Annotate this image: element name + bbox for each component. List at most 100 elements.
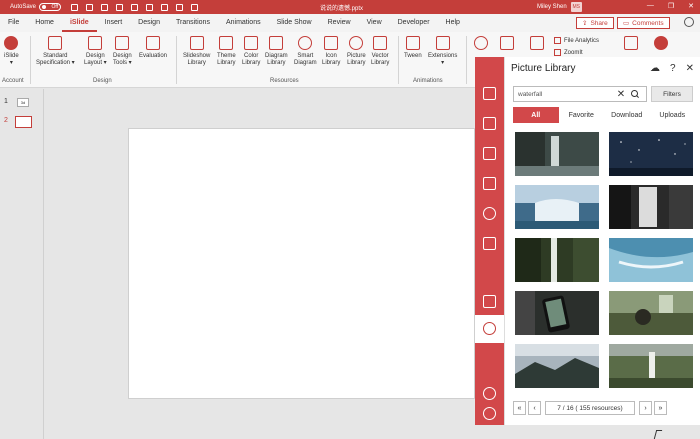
tab-insert[interactable]: Insert: [97, 14, 131, 32]
tab-file[interactable]: File: [0, 14, 27, 32]
tween-button[interactable]: Tween: [404, 36, 422, 60]
info-icon: [654, 36, 668, 50]
tab-all[interactable]: All: [513, 107, 559, 123]
arrange-icon[interactable]: [176, 3, 184, 11]
picture-thumbnail[interactable]: [515, 291, 599, 335]
first-page-button[interactable]: «: [513, 401, 526, 415]
smart-diagram-button[interactable]: Smart Diagram: [294, 36, 317, 67]
extensions-button[interactable]: Extensions ▾: [428, 36, 457, 67]
tab-help[interactable]: Help: [438, 14, 468, 32]
picture-thumbnail[interactable]: [515, 238, 599, 282]
tab-design[interactable]: Design: [130, 14, 168, 32]
redo-icon[interactable]: [101, 3, 109, 11]
picture-thumbnail[interactable]: [515, 344, 599, 388]
user-account[interactable]: Miley Shen MS: [537, 2, 582, 12]
islide-sidebar: [475, 57, 504, 425]
tab-developer[interactable]: Developer: [390, 14, 438, 32]
picture-thumbnail[interactable]: [609, 238, 693, 282]
help-icon[interactable]: ?: [670, 63, 676, 74]
picture-thumbnail[interactable]: [609, 132, 693, 176]
tween-icon: [405, 36, 420, 50]
last-page-button[interactable]: »: [654, 401, 667, 415]
cloud-icon[interactable]: ☁: [650, 63, 660, 74]
format-icon[interactable]: [146, 3, 154, 11]
evaluation-button[interactable]: Evaluation: [139, 36, 167, 60]
star-icon: [435, 36, 450, 50]
tab-view[interactable]: View: [359, 14, 390, 32]
picture-thumbnail[interactable]: [609, 291, 693, 335]
color-library-button[interactable]: Color Library: [242, 36, 260, 67]
slide-canvas[interactable]: [128, 128, 475, 399]
tab-transitions[interactable]: Transitions: [168, 14, 218, 32]
slideshow-library-icon[interactable]: [483, 87, 496, 100]
picture-thumbnail[interactable]: [515, 185, 599, 229]
slide-thumbnail-2[interactable]: [15, 116, 32, 128]
close-button[interactable]: ✕: [688, 2, 694, 10]
islide-account-button[interactable]: iSlide ▾: [4, 36, 19, 67]
search-icon[interactable]: [628, 87, 642, 101]
tab-animations[interactable]: Animations: [218, 14, 269, 32]
close-icon[interactable]: ✕: [686, 63, 694, 74]
undo-icon[interactable]: [86, 3, 94, 11]
picture-library-button[interactable]: Picture Library: [347, 36, 366, 67]
font-color-icon[interactable]: [161, 3, 169, 11]
divider: [30, 36, 31, 84]
feedback-smile-icon[interactable]: [684, 17, 694, 27]
start-slideshow-icon[interactable]: [116, 3, 124, 11]
theme-library-button[interactable]: Theme Library: [217, 36, 236, 67]
filters-button[interactable]: Filters: [651, 86, 693, 102]
info-button[interactable]: [654, 36, 668, 53]
picture-thumbnail[interactable]: [609, 185, 693, 229]
standard-specification-button[interactable]: Standard Specification ▾: [36, 36, 75, 67]
slide-thumbnail-1[interactable]: 3d: [17, 98, 29, 107]
search-input[interactable]: [518, 90, 614, 98]
slideshow-library-button[interactable]: Slideshow Library: [183, 36, 210, 67]
page-info[interactable]: 7 / 16 ( 155 resources): [545, 401, 635, 415]
minimize-button[interactable]: —: [647, 2, 654, 10]
design-layout-button[interactable]: Design Layout ▾: [84, 36, 107, 67]
color-library-icon[interactable]: [483, 147, 496, 160]
slide-number: 2: [4, 117, 8, 124]
tab-slide-show[interactable]: Slide Show: [269, 14, 320, 32]
shape-icon[interactable]: [131, 3, 139, 11]
tab-review[interactable]: Review: [320, 14, 359, 32]
save-icon[interactable]: [71, 3, 79, 11]
prev-page-button[interactable]: ‹: [528, 401, 541, 415]
search-box: ✕: [513, 86, 647, 102]
icon-library-button[interactable]: Icon Library: [322, 36, 340, 67]
autosave-toggle[interactable]: Off: [39, 3, 62, 11]
group-label-animations: Animations: [413, 78, 443, 84]
tab-download[interactable]: Download: [604, 107, 650, 123]
zoomit-button[interactable]: ZoomIt: [554, 49, 599, 56]
refresh-button[interactable]: [474, 36, 488, 53]
diagram-library-icon[interactable]: [483, 177, 496, 190]
picture-thumbnail[interactable]: [515, 132, 599, 176]
rocket-icon[interactable]: [483, 295, 496, 308]
document-icon: [500, 36, 514, 50]
graduation-button[interactable]: [624, 36, 638, 53]
share-button[interactable]: ⇪ Share: [576, 17, 614, 29]
design-tools-button[interactable]: Design Tools ▾: [113, 36, 132, 67]
smart-diagram-icon[interactable]: [483, 207, 496, 220]
export-button[interactable]: [530, 36, 544, 53]
title-bar: AutoSave Off 说说的遗憾.pptx Miley Shen MS — …: [0, 0, 700, 14]
theme-library-icon[interactable]: [483, 117, 496, 130]
restore-button[interactable]: ❐: [668, 2, 674, 10]
tab-uploads[interactable]: Uploads: [650, 107, 696, 123]
document-button[interactable]: [500, 36, 514, 53]
vector-library-button[interactable]: Vector Library: [371, 36, 389, 67]
picture-thumbnail[interactable]: [609, 344, 693, 388]
tab-favorite[interactable]: Favorite: [559, 107, 605, 123]
comments-button[interactable]: ▭ Comments: [617, 17, 670, 29]
back-icon[interactable]: [483, 407, 496, 420]
help-icon[interactable]: [191, 3, 199, 11]
file-analytics-button[interactable]: File Analytics: [554, 37, 599, 44]
tab-islide[interactable]: iSlide: [61, 14, 97, 32]
gear-icon[interactable]: [483, 387, 496, 400]
diagram-library-button[interactable]: Diagram Library: [265, 36, 288, 67]
tab-home[interactable]: Home: [27, 14, 62, 32]
clear-icon[interactable]: ✕: [614, 89, 628, 100]
next-page-button[interactable]: ›: [639, 401, 652, 415]
sidebar-item-picture-library[interactable]: [475, 315, 504, 343]
icon-library-icon[interactable]: [483, 237, 496, 250]
